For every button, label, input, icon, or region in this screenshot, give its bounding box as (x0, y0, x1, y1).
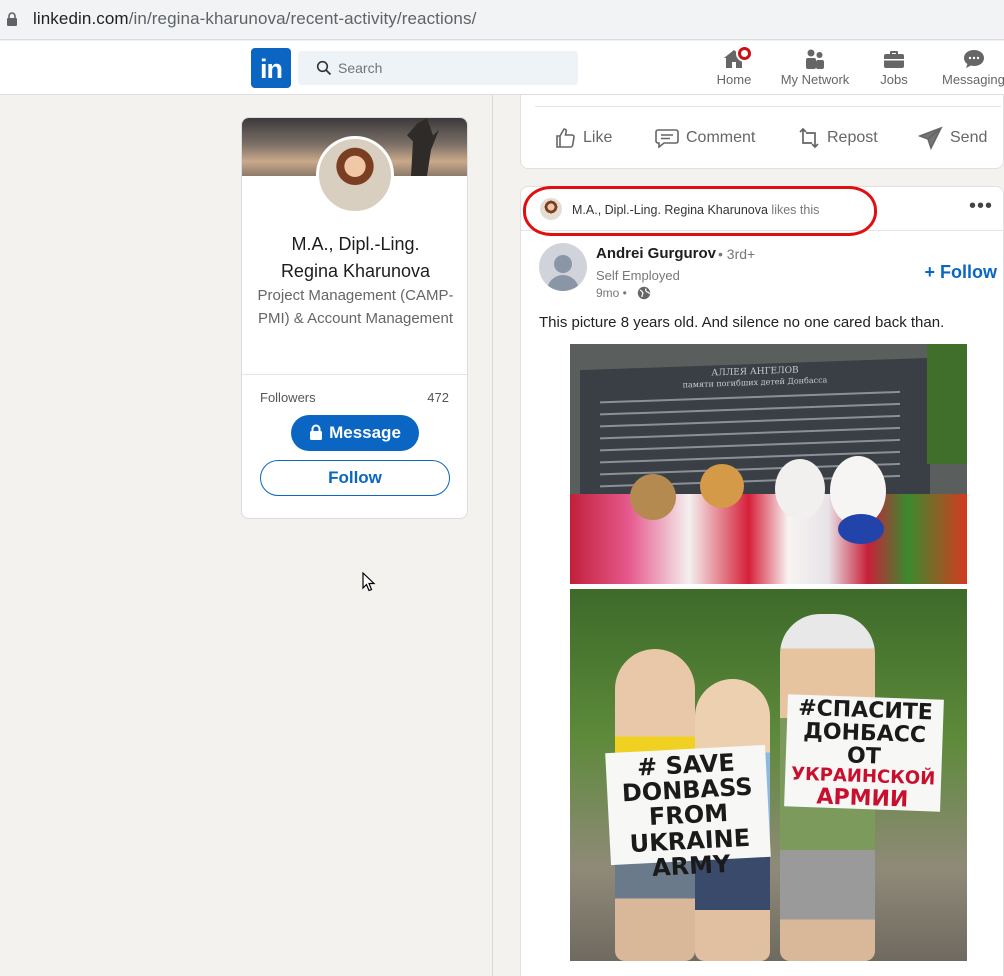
repost-label: Repost (827, 129, 878, 146)
mouse-cursor-icon (362, 572, 376, 592)
lock-icon (7, 12, 17, 26)
nav-my-network[interactable]: My Network (776, 45, 854, 93)
repost-icon (799, 127, 819, 149)
author-name[interactable]: Andrei Gurgurov (596, 245, 716, 262)
flowers-and-toys (570, 494, 967, 584)
protest-sign-russian: #СПАСИТЕ ДОНБАСС ОТ УКРАИНСКОЙ АРМИИ (784, 694, 944, 813)
globe-icon (637, 286, 651, 300)
plaque-line (600, 402, 900, 416)
post-time: 9mo • (596, 286, 627, 300)
message-button[interactable]: Message (291, 415, 419, 451)
comment-button[interactable]: Comment (654, 123, 755, 153)
profile-avatar[interactable] (316, 136, 394, 214)
social-context-text: M.A., Dipl.-Ling. Regina Kharunova likes… (572, 203, 819, 217)
default-avatar-head (554, 255, 572, 273)
author-subtitle: Self Employed (596, 268, 680, 283)
top-nav: in Home My Network Jobs Messaging (0, 41, 1004, 95)
browser-address-bar[interactable]: linkedin.com/in/regina-kharunova/recent-… (0, 0, 1004, 40)
author-avatar[interactable] (539, 243, 587, 291)
url-domain: linkedin.com (33, 9, 129, 28)
send-button[interactable]: Send (918, 123, 987, 153)
social-context-row: M.A., Dipl.-Ling. Regina Kharunova likes… (521, 186, 1004, 236)
activity-feed: Like Comment Repost Send M.A., Dipl.-Lin… (494, 95, 1004, 976)
send-icon (918, 126, 943, 150)
profile-headline: Project Management (CAMP-PMI) & Account … (257, 287, 454, 327)
white-plush-toy (775, 459, 825, 519)
url-path: /in/regina-kharunova/recent-activity/rea… (128, 9, 477, 28)
liker-action: likes this (771, 203, 820, 217)
profile-name-line2: Regina Kharunova (280, 261, 431, 281)
plaque-line (600, 414, 900, 428)
tree-foliage (927, 344, 967, 464)
previous-post-action-bar: Like Comment Repost Send (520, 95, 1004, 169)
plaque-line (600, 426, 900, 440)
action-bar-divider (535, 106, 1001, 107)
post-image-children[interactable]: # SAVE DONBASS FROM UKRAINE ARMY #СПАСИТ… (570, 589, 967, 961)
search-icon (316, 60, 332, 76)
like-label: Like (583, 129, 613, 146)
profile-name-line1: M.A., Dipl.-Ling. (291, 234, 420, 254)
left-column: M.A., Dipl.-Ling. Regina Kharunova Proje… (0, 95, 493, 976)
default-avatar-body (547, 275, 579, 291)
plaque-line (600, 390, 900, 404)
nav-home[interactable]: Home (712, 45, 756, 93)
notification-badge (736, 45, 753, 62)
followers-label: Followers (260, 390, 316, 405)
liker-avatar[interactable] (540, 198, 562, 220)
briefcase-icon (884, 51, 904, 68)
liker-name[interactable]: M.A., Dipl.-Ling. Regina Kharunova (572, 203, 768, 217)
nav-jobs-label: Jobs (880, 72, 908, 87)
plaque-line (600, 438, 900, 452)
nav-network-label: My Network (780, 72, 850, 87)
connection-degree: • 3rd+ (718, 246, 756, 262)
follow-button[interactable]: Follow (260, 460, 450, 496)
more-options-icon[interactable]: ••• (969, 196, 993, 216)
card-divider (242, 374, 467, 375)
search-box[interactable] (298, 51, 578, 85)
people-icon (806, 49, 824, 69)
thumbs-up-icon (556, 128, 575, 148)
comment-label: Comment (686, 129, 756, 146)
nav-home-label: Home (716, 72, 752, 87)
teddy-bear (630, 474, 676, 520)
comment-icon (655, 129, 679, 149)
followers-count: 472 (427, 390, 449, 405)
search-input[interactable] (338, 51, 568, 85)
linkedin-logo[interactable]: in (251, 48, 291, 88)
nav-messaging-label: Messaging (942, 72, 1004, 87)
follow-author-button[interactable]: + Follow (924, 262, 997, 283)
profile-name[interactable]: M.A., Dipl.-Ling. Regina Kharunova (242, 231, 467, 285)
profile-card: M.A., Dipl.-Ling. Regina Kharunova Proje… (241, 117, 468, 519)
url-text[interactable]: linkedin.com/in/regina-kharunova/recent-… (33, 9, 476, 29)
nav-messaging[interactable]: Messaging (942, 45, 1004, 93)
message-button-label: Message (329, 423, 401, 442)
send-label: Send (950, 129, 988, 146)
statue-silhouette (407, 118, 439, 176)
feed-post: M.A., Dipl.-Ling. Regina Kharunova likes… (520, 186, 1004, 976)
teddy-bear (700, 464, 744, 508)
post-text: This picture 8 years old. And silence no… (539, 314, 945, 331)
chat-icon (964, 50, 984, 68)
lock-icon (310, 424, 323, 440)
protest-sign-english: # SAVE DONBASS FROM UKRAINE ARMY (605, 744, 771, 882)
post-image-memorial[interactable]: АЛЛЕЯ АНГЕЛОВ памяти погибших детей Донб… (570, 344, 967, 584)
like-button[interactable]: Like (553, 123, 612, 153)
repost-button[interactable]: Repost (797, 123, 878, 153)
nav-jobs[interactable]: Jobs (874, 45, 914, 93)
blue-skirt (838, 514, 884, 544)
